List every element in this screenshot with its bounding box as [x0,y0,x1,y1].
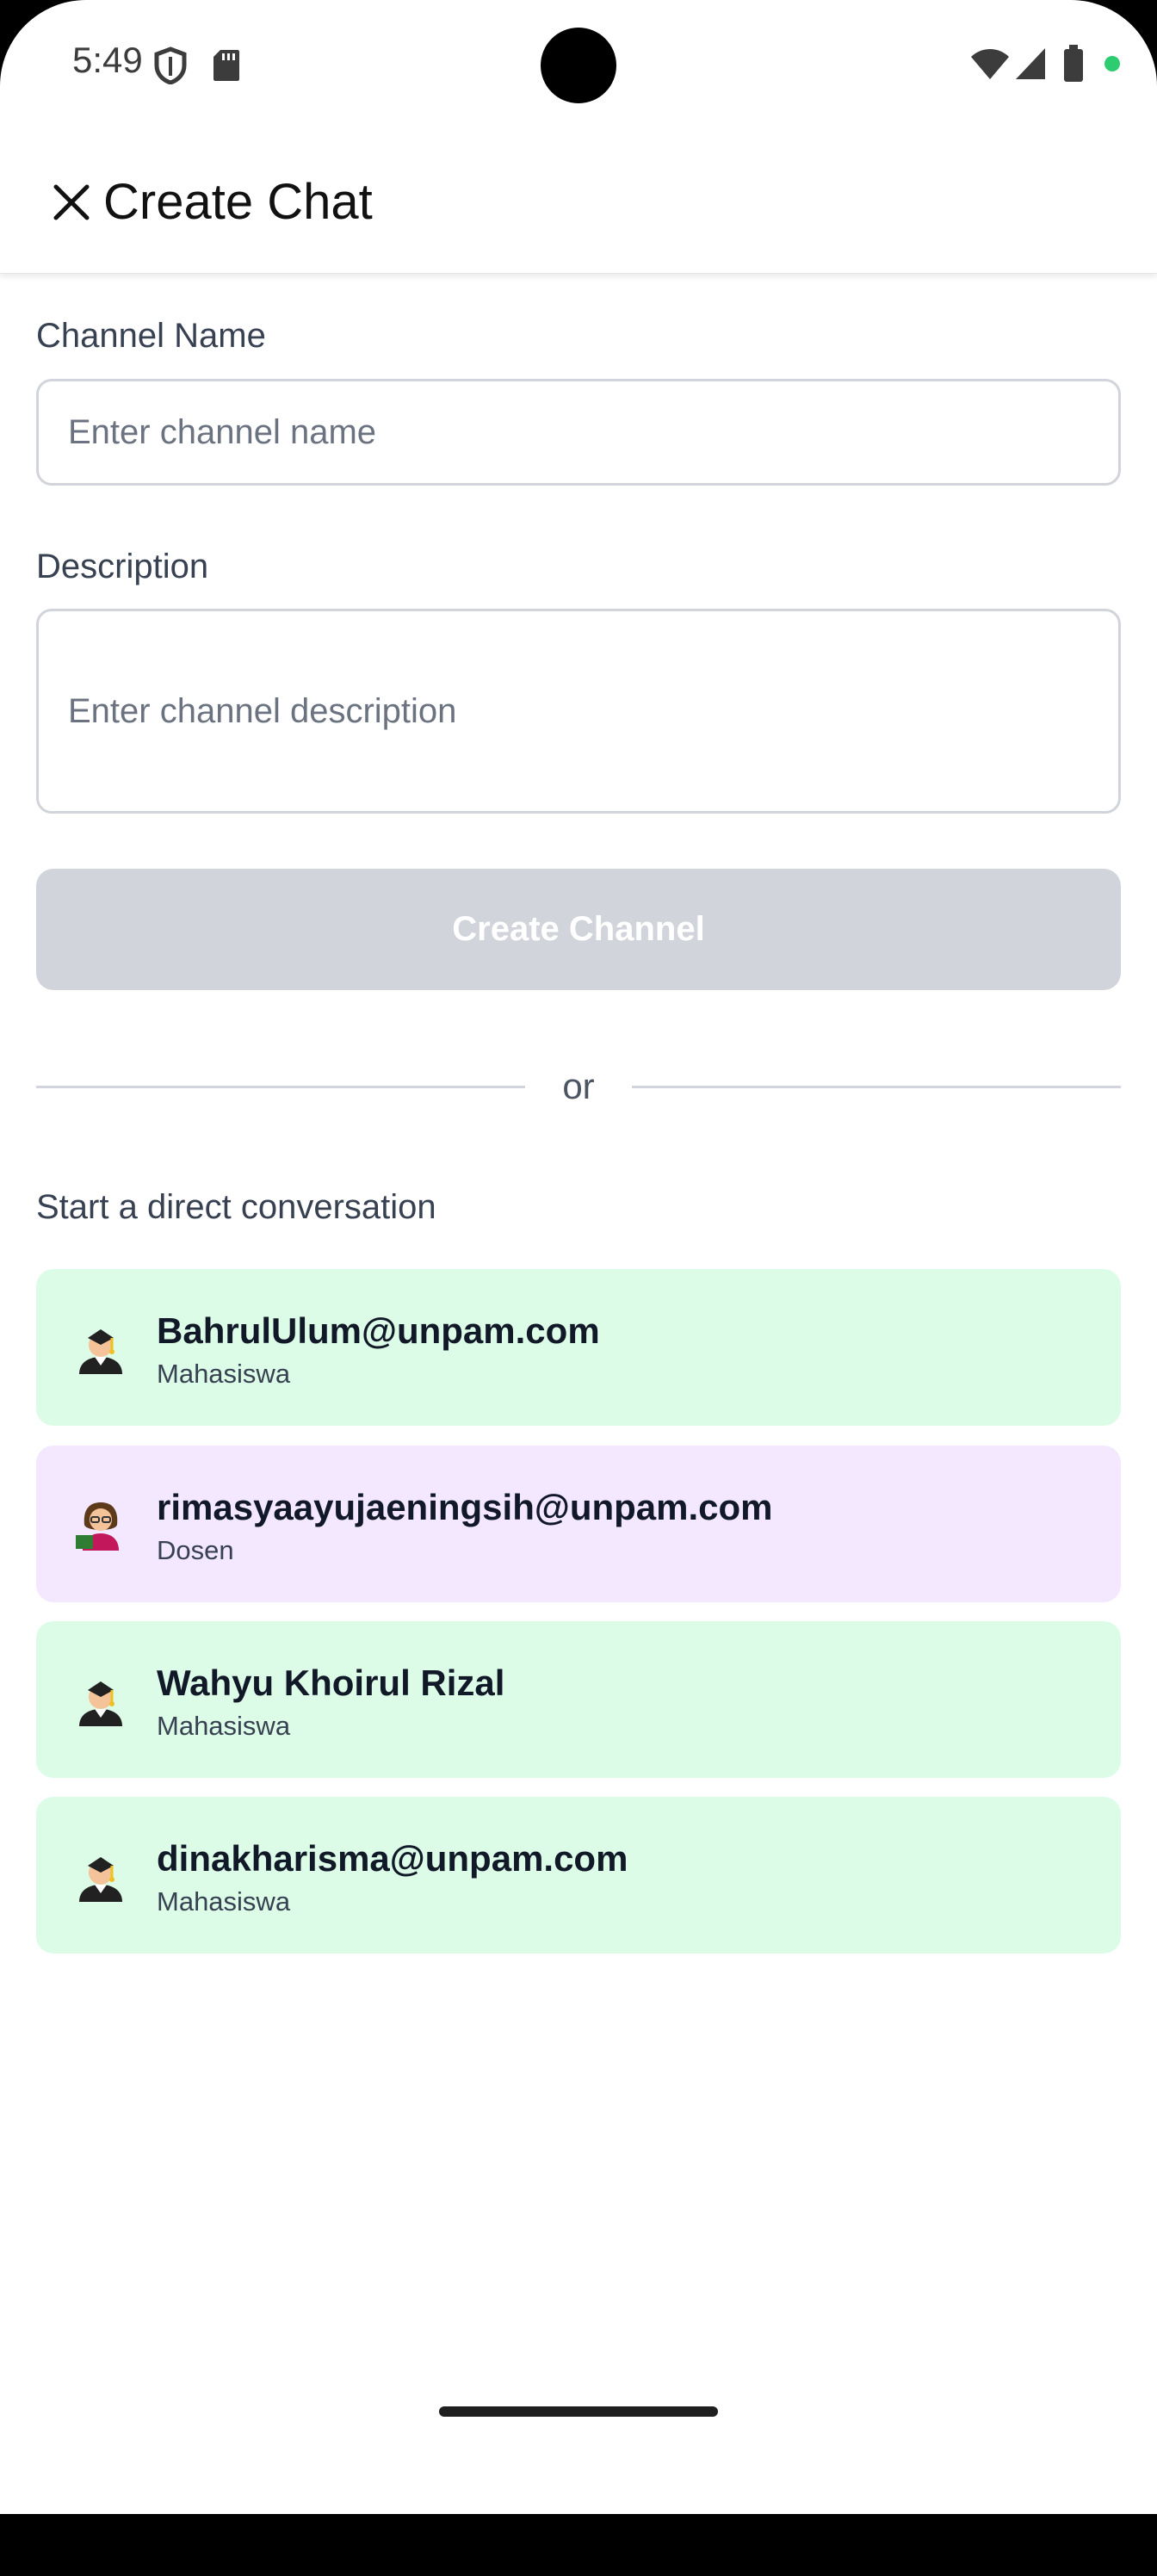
user-name: rimasyaayujaeningsih@unpam.com [157,1487,773,1527]
user-role: Mahasiswa [157,1711,291,1741]
channel-name-label: Channel Name [36,317,266,355]
camera-cutout [541,28,616,103]
user-card-wahyu-khoirul-rizal[interactable]: Wahyu Khoirul Rizal Mahasiswa [36,1621,1121,1778]
close-icon [53,184,90,220]
user-role: Mahasiswa [157,1359,291,1389]
page-title: Create Chat [103,174,373,230]
status-time: 5:49 [72,40,143,80]
channel-name-placeholder: Enter channel name [68,412,377,451]
teacher-icon [76,1502,119,1551]
battery-icon [1064,45,1083,82]
close-button[interactable] [43,174,100,231]
description-label: Description [36,548,209,585]
description-placeholder: Enter channel description [68,691,457,730]
app-bar: Create Chat [0,129,1157,274]
user-role: Dosen [157,1535,234,1565]
user-name: dinakharisma@unpam.com [157,1838,628,1879]
student-icon [79,1857,122,1902]
divider-line-left [36,1086,525,1088]
sd-card-icon [213,50,239,81]
shield-icon [154,46,187,84]
student-icon [79,1329,122,1374]
signal-icon [1016,48,1045,79]
screen: 5:49 Create Chat Channel Name Enter chan… [0,0,1157,2514]
user-name: BahrulUlum@unpam.com [157,1310,600,1351]
user-card-bahrululum[interactable]: BahrulUlum@unpam.com Mahasiswa [36,1269,1121,1426]
user-role: Mahasiswa [157,1886,291,1917]
user-card-rimasyaayujaeningsih[interactable]: rimasyaayujaeningsih@unpam.com Dosen [36,1446,1121,1602]
create-channel-button[interactable]: Create Channel [36,869,1121,990]
channel-name-input[interactable]: Enter channel name [36,379,1121,486]
user-card-dinakharisma[interactable]: dinakharisma@unpam.com Mahasiswa [36,1797,1121,1954]
user-name: Wahyu Khoirul Rizal [157,1663,505,1703]
direct-conversation-label: Start a direct conversation [36,1188,436,1226]
privacy-dot-icon [1104,56,1120,71]
student-icon [79,1681,122,1726]
gesture-nav-handle[interactable] [439,2406,718,2417]
divider-line-right [632,1086,1121,1088]
wifi-icon [971,49,1009,79]
description-input[interactable]: Enter channel description [36,609,1121,814]
divider-or: or [562,1066,595,1106]
status-bar: 5:49 [0,0,1157,129]
